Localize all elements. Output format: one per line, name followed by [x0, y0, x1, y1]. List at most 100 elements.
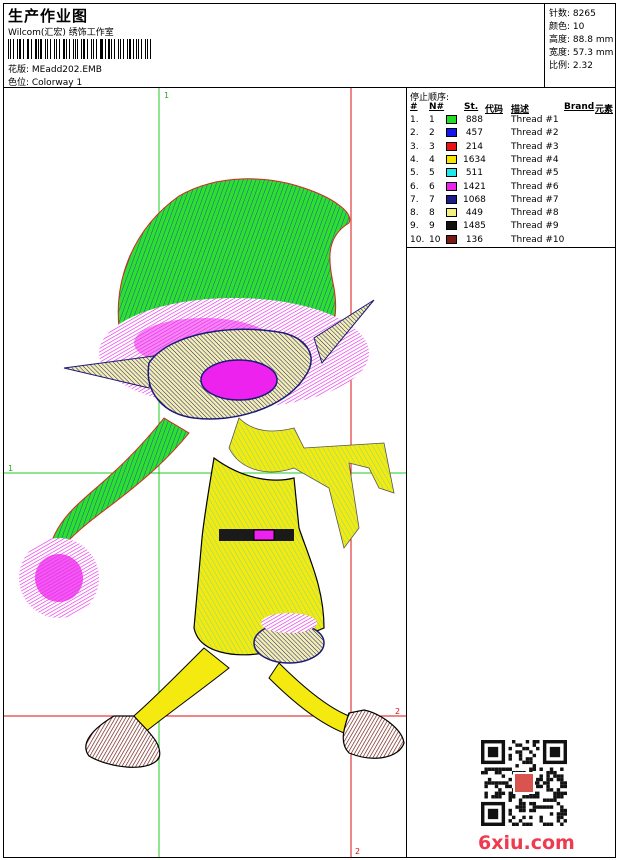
barcode [8, 39, 154, 59]
col-index: # [410, 102, 418, 112]
barcode-bar [145, 39, 146, 59]
color-swatch [446, 141, 457, 151]
color-swatch [446, 128, 457, 138]
table-row: 3. 3 214 Thread #3 [410, 141, 610, 155]
guide-label-v2: 2 [355, 847, 360, 856]
row-stitches: 1421 [463, 181, 486, 192]
row-stitches: 1068 [463, 194, 486, 205]
barcode-bar [10, 39, 12, 59]
barcode-bar [120, 39, 122, 59]
row-description: Thread #3 [511, 141, 559, 152]
row-number: 2 [429, 128, 435, 139]
row-index: 4. [410, 154, 419, 165]
stat-height: 高度: 88.8 mm [549, 35, 614, 45]
barcode-bar [99, 39, 101, 59]
row-number: 10 [429, 234, 441, 245]
row-number: 7 [429, 194, 435, 205]
row-stitches: 888 [465, 115, 483, 125]
barcode-bar [55, 39, 57, 59]
color-swatch [446, 194, 457, 204]
barcode-bar [128, 39, 131, 59]
table-row: 2. 2 457 Thread #2 [410, 128, 610, 141]
row-number: 9 [429, 221, 435, 232]
barcode-bar [123, 39, 125, 59]
barcode-bar [95, 39, 97, 59]
row-description: Thread #7 [511, 194, 559, 205]
row-stitches: 457 [465, 128, 483, 139]
barcode-bar [19, 39, 22, 59]
barcode-bar [54, 39, 55, 59]
row-stitches: 449 [465, 208, 483, 219]
barcode-bar [117, 39, 120, 59]
table-row: 5. 5 511 Thread #5 [410, 168, 610, 181]
hat-tail [48, 417, 190, 551]
row-description: Thread #4 [511, 154, 559, 165]
color-swatch [446, 181, 457, 191]
row-description: Thread #1 [511, 115, 559, 125]
stat-width: 宽度: 57.3 mm [549, 48, 614, 58]
row-stitches: 1485 [463, 221, 486, 232]
barcode-bar [141, 39, 143, 59]
stat-scale: 比例: 2.32 [549, 61, 593, 71]
barcode-bar [146, 39, 149, 59]
col-number: N# [429, 102, 445, 112]
color-swatch [446, 168, 457, 178]
page-title: 生产作业图 [8, 7, 89, 25]
belt-buckle [253, 529, 275, 541]
row-index: 9. [410, 221, 419, 232]
barcode-bar [37, 39, 39, 59]
table-row: 10. 10 136 Thread #10 [410, 234, 610, 248]
row-index: 1. [410, 115, 419, 125]
row-number: 3 [429, 141, 435, 152]
row-stitches: 1634 [463, 154, 486, 165]
row-description: Thread #6 [511, 181, 559, 192]
row-number: 6 [429, 181, 435, 192]
row-number: 8 [429, 208, 435, 219]
design-file-name: 花版: MEadd202.EMB [8, 65, 102, 75]
color-swatch [446, 234, 457, 244]
right-shoe [342, 709, 405, 759]
barcode-bar [23, 39, 24, 59]
row-description: Thread #10 [511, 234, 565, 245]
row-stitches: 511 [465, 168, 483, 179]
row-description: Thread #9 [511, 221, 559, 232]
col-description: 描述 [511, 105, 530, 115]
row-stitches: 214 [465, 141, 483, 152]
color-swatch [446, 221, 457, 231]
barcode-bar [92, 39, 94, 59]
barcode-bar [45, 39, 47, 59]
barcode-bar [47, 39, 48, 59]
col-brand: Brand [564, 102, 595, 112]
table-row: 8. 8 449 Thread #8 [410, 208, 610, 221]
barcode-bar [49, 39, 52, 59]
elf-embroidery-illustration: 1 1 2 2 [4, 88, 406, 857]
barcode-bar [80, 39, 83, 59]
barcode-bar [127, 39, 128, 59]
barcode-bar [62, 39, 65, 59]
row-index: 3. [410, 141, 419, 152]
table-row: 9. 9 1485 Thread #9 [410, 221, 610, 234]
barcode-bar [101, 39, 103, 59]
row-number: 4 [429, 154, 435, 165]
right-leg [268, 662, 350, 734]
row-description: Thread #5 [511, 168, 559, 179]
barcode-bar [8, 39, 10, 59]
barcode-bar [90, 39, 92, 59]
barcode-bar [16, 39, 19, 59]
stats-panel: 针数: 8265 颜色: 10 高度: 88.8 mm 宽度: 57.3 mm … [545, 4, 615, 88]
barcode-bar [74, 39, 76, 59]
barcode-bar [136, 39, 138, 59]
barcode-bar [77, 39, 78, 59]
color-swatch [446, 154, 457, 164]
barcode-bar [40, 39, 43, 59]
row-number: 1 [429, 115, 435, 125]
barcode-bar [35, 39, 37, 59]
barcode-bar [87, 39, 88, 59]
col-element: 元素 [595, 105, 614, 115]
left-leg [128, 647, 230, 734]
header-info-panel: 生产作业图 Wilcom(汇宏) 绣饰工作室 花版: MEadd202.EMB … [4, 4, 545, 88]
guide-label-v1: 1 [164, 91, 169, 100]
embroidery-design-preview: 1 1 2 2 [4, 88, 407, 857]
row-index: 8. [410, 208, 419, 219]
col-stitches: St. [464, 102, 479, 112]
